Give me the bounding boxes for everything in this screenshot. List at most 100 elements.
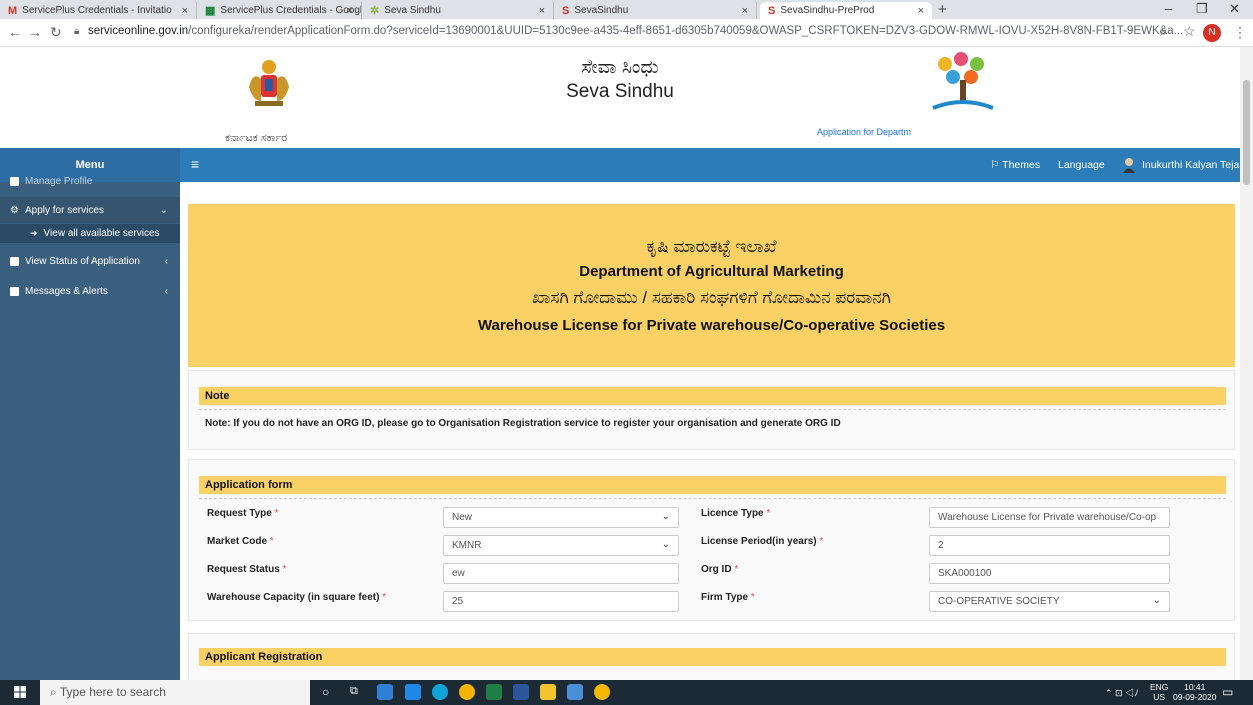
url-domain: serviceonline.gov.in [88, 25, 189, 37]
chevron-down-icon: ⌄ [661, 511, 670, 522]
browser-tab[interactable]: M ServicePlus Credentials - Invitatio × [0, 2, 197, 19]
themes-label: Themes [1002, 159, 1041, 171]
tab-title: SevaSindhu [574, 5, 629, 16]
scrollbar-thumb[interactable] [1243, 80, 1250, 185]
sidebar-item-messages-alerts[interactable]: Messages & Alerts ‹ [0, 278, 180, 304]
paint-icon[interactable] [594, 684, 610, 700]
status-icon [10, 256, 19, 266]
chevron-down-icon: ⌄ [159, 204, 168, 216]
tab-title: Seva Sindhu [384, 5, 441, 16]
license-period-label: License Period(in years) * [701, 536, 824, 547]
username-link[interactable]: Inukurthi Kalyan Teja [1142, 159, 1239, 171]
excel-icon[interactable] [486, 684, 502, 700]
forward-icon[interactable]: → [28, 24, 42, 40]
mail-icon[interactable] [405, 684, 421, 700]
page-scrollbar[interactable] [1240, 47, 1253, 680]
close-icon[interactable]: × [918, 5, 924, 17]
address-bar: ← → ↻ 🔒︎ serviceonline.gov.in/configurek… [0, 19, 1253, 47]
maximize-icon[interactable]: ❐ [1196, 1, 1208, 17]
sidebar-item-view-all-services[interactable]: ➜ View all available services [0, 224, 180, 243]
bookmark-star-icon[interactable]: ☆ [1183, 23, 1196, 40]
task-view-icon[interactable]: ⧉ [350, 685, 366, 701]
browser-menu-icon[interactable]: ⋮ [1233, 24, 1247, 41]
department-name-kannada: ಕೃಷಿ ಮಾರುಕಟ್ಟೆ ಇಲಾಖೆ [646, 237, 777, 256]
sidebar-item-label: Messages & Alerts [25, 285, 108, 297]
sidebar-item-label: Manage Profile [25, 175, 93, 187]
taskbar-clock[interactable]: 10:41 09-09-2020 [1173, 682, 1216, 702]
note-text: Note: If you do not have an ORG ID, plea… [205, 418, 841, 429]
browser-tab[interactable]: ▦ ServicePlus Credentials - Google × [197, 2, 362, 19]
minimize-icon[interactable]: – [1165, 1, 1172, 16]
taskbar-search[interactable]: ⌕ Type here to search [40, 680, 310, 705]
close-icon[interactable]: × [182, 5, 188, 17]
lang-bottom: US [1153, 692, 1166, 702]
hamburger-menu-icon[interactable]: ≡ [191, 156, 199, 172]
market-code-value: KMNR [452, 540, 482, 551]
url-field[interactable]: serviceonline.gov.in/configureka/renderA… [88, 25, 1183, 37]
request-status-field[interactable]: ew [443, 563, 679, 584]
browser-tab-active[interactable]: S SevaSindhu-PreProd × [760, 2, 932, 19]
arrow-circle-icon: ➜ [30, 228, 38, 238]
site-header: ಕರ್ನಾಟಕ ಸರ್ಕಾರ ಸೇವಾ ಸಿಂಧು Seva Sindhu Ap… [0, 47, 1240, 148]
sidebar-item-apply-for-services[interactable]: ⚙ Apply for services ⌄ [0, 197, 180, 223]
browser-tab[interactable]: S SevaSindhu × [554, 2, 757, 19]
application-form-panel: Application form Request Type * New ⌄ Li… [188, 459, 1235, 621]
network-app-icon[interactable] [567, 684, 583, 700]
site-title-kannada: ಸೇವಾ ಸಿಂಧು [581, 57, 659, 78]
flag-icon: ⚐ [990, 159, 1000, 171]
language-indicator[interactable]: ENG US [1150, 682, 1168, 702]
close-icon[interactable]: × [742, 5, 748, 17]
licence-type-field[interactable]: Warehouse License for Private warehouse/… [929, 507, 1170, 528]
firm-type-label: Firm Type * [701, 592, 755, 603]
request-type-label: Request Type * [207, 508, 279, 519]
market-code-select[interactable]: KMNR ⌄ [443, 535, 679, 556]
note-heading: Note [199, 387, 1226, 405]
user-avatar-icon [1123, 158, 1135, 173]
main-content: ಕೃಷಿ ಮಾರುಕಟ್ಟೆ ಇಲಾಖೆ Department of Agric… [180, 182, 1240, 680]
browser-tab[interactable]: ✲ Seva Sindhu × [362, 2, 554, 19]
notification-icon[interactable]: ▭ [1222, 685, 1233, 699]
warehouse-capacity-field[interactable]: 25 [443, 591, 679, 612]
profile-avatar[interactable]: N [1203, 24, 1221, 42]
themes-link[interactable]: ⚐ Themes [990, 159, 1040, 171]
sheets-icon: ▦ [205, 5, 216, 17]
sidebar-item-manage-profile[interactable]: Manage Profile [0, 174, 180, 188]
sidebar-item-view-status[interactable]: View Status of Application ‹ [0, 248, 180, 274]
close-icon[interactable]: × [539, 5, 545, 17]
divider [199, 409, 1226, 410]
sidebar-item-label: View all available services [43, 228, 160, 239]
gears-icon: ⚙ [10, 204, 19, 216]
clock-time: 10:41 [1184, 682, 1206, 692]
new-tab-button[interactable]: + [938, 1, 947, 18]
file-explorer-icon[interactable] [540, 684, 556, 700]
cortana-icon[interactable]: ○ [322, 685, 338, 701]
chevron-left-icon: ‹ [164, 255, 168, 267]
site-title: Seva Sindhu [566, 81, 674, 102]
request-type-select[interactable]: New ⌄ [443, 507, 679, 528]
market-code-label: Market Code * [207, 536, 274, 547]
system-tray-icons[interactable]: ⌃ ⊡ ◁ﾉ [1105, 686, 1139, 699]
lock-icon: 🔒︎ [74, 26, 80, 37]
chrome-icon[interactable] [459, 684, 475, 700]
department-name: Department of Agricultural Marketing [579, 263, 844, 280]
url-path: /configureka/renderApplicationForm.do?se… [188, 25, 1184, 37]
window-close-icon[interactable]: ✕ [1229, 1, 1240, 17]
close-icon[interactable]: × [347, 5, 353, 17]
sidebar-item-label: View Status of Application [25, 255, 140, 267]
license-period-field[interactable]: 2 [929, 535, 1170, 556]
search-placeholder: Type here to search [59, 685, 166, 699]
emblem-caption: ಕರ್ನಾಟಕ ಸರ್ಕಾರ [225, 132, 288, 144]
request-status-label: Request Status * [207, 564, 287, 575]
divider [199, 498, 1226, 499]
zoom-icon[interactable]: ⌕ [1160, 24, 1167, 40]
language-link[interactable]: Language [1058, 159, 1105, 171]
store-icon[interactable] [377, 684, 393, 700]
warehouse-capacity-label: Warehouse Capacity (in square feet) * [207, 592, 387, 603]
org-id-field[interactable]: SKA000100 [929, 563, 1170, 584]
back-icon[interactable]: ← [8, 24, 22, 40]
edge-icon[interactable] [432, 684, 448, 700]
firm-type-select[interactable]: CO-OPERATIVE SOCIETY ⌄ [929, 591, 1170, 612]
windows-start-icon[interactable] [14, 686, 26, 698]
reload-icon[interactable]: ↻ [50, 24, 62, 41]
word-icon[interactable] [513, 684, 529, 700]
